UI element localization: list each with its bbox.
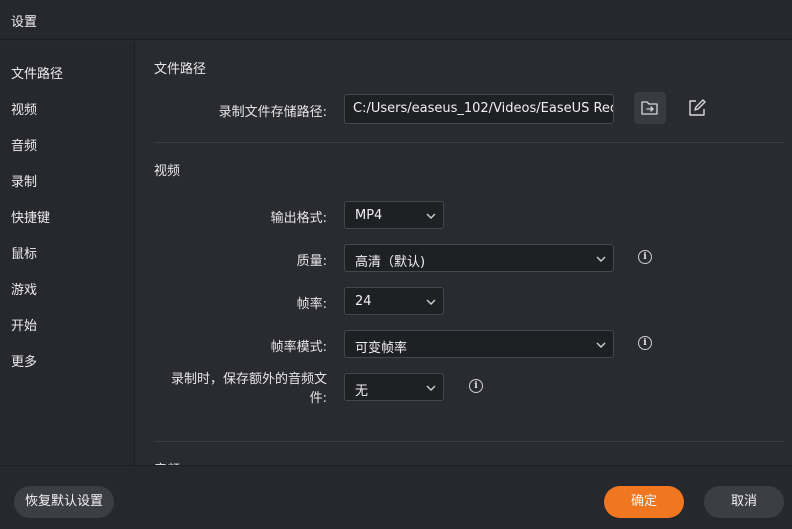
section-title-file-path: 文件路径 (154, 62, 207, 77)
sidebar-item-game[interactable]: 游戏 (11, 279, 37, 298)
framerate-mode-select[interactable]: 可变帧率 (344, 330, 614, 358)
framerate-mode-value: 可变帧率 (355, 341, 408, 356)
open-folder-button[interactable] (634, 92, 666, 124)
sidebar-item-video[interactable]: 视频 (11, 99, 37, 118)
chevron-down-icon (596, 256, 606, 262)
chevron-down-icon (426, 385, 436, 391)
sidebar-item-start[interactable]: 开始 (11, 315, 37, 334)
framerate-value: 24 (355, 294, 372, 309)
cancel-button[interactable]: 取消 (704, 486, 784, 518)
save-audio-label-line2: 件: (309, 391, 327, 406)
sidebar-item-recording[interactable]: 录制 (11, 171, 37, 190)
sidebar-item-more[interactable]: 更多 (11, 351, 37, 370)
section-divider (154, 142, 784, 143)
quality-info-icon[interactable]: i (638, 250, 652, 264)
folder-open-icon (641, 101, 658, 115)
framerate-select[interactable]: 24 (344, 287, 444, 315)
chevron-down-icon (426, 213, 436, 219)
framerate-label: 帧率: (296, 297, 327, 312)
framerate-mode-label: 帧率模式: (270, 340, 327, 355)
output-format-value: MP4 (355, 208, 383, 223)
edit-path-button[interactable] (681, 92, 713, 124)
save-audio-info-icon[interactable]: i (469, 379, 483, 393)
output-format-label: 输出格式: (270, 211, 327, 226)
quality-value: 高清（默认) (355, 255, 426, 270)
edit-icon (689, 99, 706, 116)
sidebar-item-file-path[interactable]: 文件路径 (11, 63, 63, 82)
settings-content: 文件路径 录制文件存储路径: C:/Users/easeus_102/Video… (135, 41, 792, 465)
chevron-down-icon (426, 299, 436, 305)
save-path-label: 录制文件存储路径: (218, 105, 327, 120)
output-format-select[interactable]: MP4 (344, 201, 444, 229)
sidebar-item-mouse[interactable]: 鼠标 (11, 243, 37, 262)
quality-label: 质量: (296, 254, 327, 269)
quality-select[interactable]: 高清（默认) (344, 244, 614, 272)
save-path-field[interactable]: C:/Users/easeus_102/Videos/EaseUS RecExp… (344, 94, 614, 124)
section-title-video: 视频 (154, 164, 181, 179)
section-divider (154, 441, 784, 442)
footer-bar: 恢复默认设置 确定 取消 (0, 465, 792, 529)
save-audio-label-line1: 录制时，保存额外的音频文 (170, 372, 327, 387)
reset-defaults-button[interactable]: 恢复默认设置 (14, 486, 114, 518)
sidebar-item-audio[interactable]: 音频 (11, 135, 37, 154)
save-audio-select[interactable]: 无 (344, 373, 444, 401)
chevron-down-icon (596, 342, 606, 348)
title-bar: 设置 (0, 0, 792, 40)
settings-sidebar: 文件路径 视频 音频 录制 快捷键 鼠标 游戏 开始 更多 (0, 41, 135, 465)
save-audio-label: 录制时，保存额外的音频文 件: (155, 370, 327, 408)
framerate-mode-info-icon[interactable]: i (638, 336, 652, 350)
confirm-button[interactable]: 确定 (604, 486, 684, 518)
window-title: 设置 (11, 15, 38, 30)
save-audio-value: 无 (355, 384, 369, 399)
sidebar-item-hotkeys[interactable]: 快捷键 (11, 207, 50, 226)
